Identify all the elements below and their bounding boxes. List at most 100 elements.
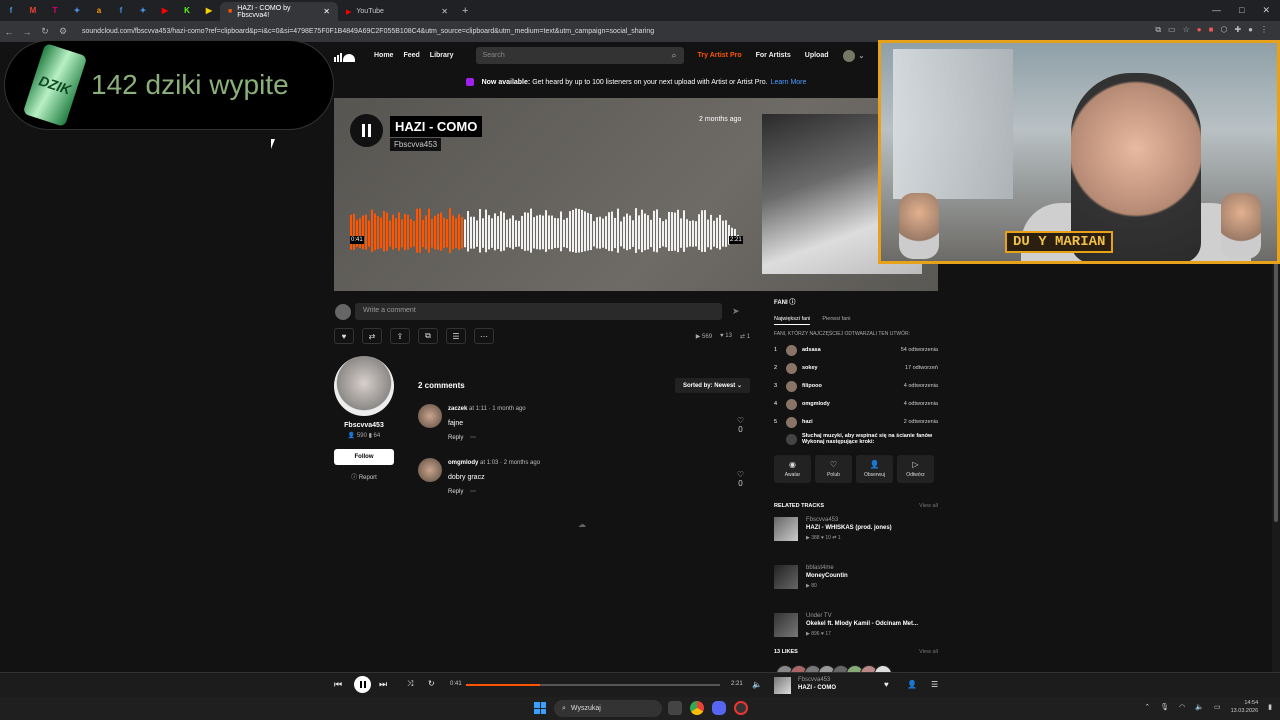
extension-icon[interactable]: ■ <box>1209 25 1214 35</box>
soundcloud-logo-icon[interactable] <box>334 50 356 62</box>
play-step-button[interactable]: ▷ Odtwórz <box>897 455 934 483</box>
avatar[interactable] <box>418 404 442 428</box>
nav-home[interactable]: Home <box>374 52 393 59</box>
uploader-name[interactable]: Fbscvva453 <box>334 422 394 429</box>
fan-row[interactable]: 5 hazi 2 odtworzenia <box>774 413 938 431</box>
comment-like-button[interactable]: ♡ 0 <box>737 416 744 434</box>
pinned-tab[interactable]: M <box>22 0 44 21</box>
chevron-down-icon[interactable]: ⌄ <box>859 52 865 60</box>
extension-icon[interactable]: ⬡ <box>1220 25 1227 35</box>
pinned-tab[interactable]: ▶ <box>198 0 220 21</box>
report-button[interactable]: ⓘ Report <box>334 472 394 481</box>
comment-user[interactable]: zaczek <box>448 406 467 412</box>
pinned-tab[interactable]: ✦ <box>132 0 154 21</box>
url-field[interactable]: soundcloud.com/fbscvva453/hazi-como?ref=… <box>82 28 654 35</box>
site-info-icon[interactable]: ⚙ <box>54 26 72 37</box>
tray-chevron-icon[interactable]: ⌃ <box>1144 703 1150 711</box>
player-artist[interactable]: Fbscvva453 <box>798 677 836 683</box>
related-track[interactable]: bblast4me MoneyCountin ▶ 80 <box>774 565 938 605</box>
volume-icon[interactable]: 🔈 <box>752 680 762 689</box>
discord-icon[interactable] <box>712 701 726 715</box>
speaker-icon[interactable]: 🔈 <box>1195 703 1204 711</box>
repost-button[interactable]: ⇄ <box>362 328 382 344</box>
follow-icon[interactable]: 👤 <box>907 680 917 689</box>
try-artist-pro-link[interactable]: Try Artist Pro <box>698 52 742 59</box>
follow-step-button[interactable]: 👤 Obserwuj <box>856 455 893 483</box>
follow-button[interactable]: Follow <box>334 449 394 465</box>
pinned-tab[interactable]: ✦ <box>66 0 88 21</box>
reply-button[interactable]: Reply <box>448 435 463 441</box>
clock[interactable]: 14:54 13.03.2026 <box>1231 699 1259 715</box>
shuffle-icon[interactable]: ⤨ <box>407 679 413 689</box>
add-to-playlist-button[interactable]: ☰ <box>446 328 466 344</box>
reposts-count[interactable]: ⇄ 1 <box>740 333 750 340</box>
pinned-tab[interactable]: f <box>110 0 132 21</box>
pinned-tab[interactable]: K <box>176 0 198 21</box>
share-button[interactable]: ⇪ <box>390 328 410 344</box>
extensions-puzzle-icon[interactable]: ✚ <box>1234 25 1241 35</box>
track-artist[interactable]: Fbscvva453 <box>390 138 442 151</box>
avatar[interactable] <box>334 356 394 416</box>
view-all-link[interactable]: View all <box>919 503 938 509</box>
menu-kebab-icon[interactable]: ⋮ <box>1260 25 1268 35</box>
previous-icon[interactable]: ⏮ <box>334 679 342 690</box>
close-tab-icon[interactable]: ✕ <box>441 7 448 16</box>
related-track[interactable]: Under TV Okekel ft. Mlody Kamil - Odcinam… <box>774 613 938 653</box>
pinned-tab[interactable]: ▶ <box>154 0 176 21</box>
upload-link[interactable]: Upload <box>805 52 829 59</box>
pinned-tab[interactable]: a <box>88 0 110 21</box>
avatar[interactable] <box>418 458 442 482</box>
extension-icon[interactable]: ● <box>1197 25 1202 35</box>
copy-link-button[interactable]: ⧉ <box>418 328 438 344</box>
profile-icon[interactable]: ● <box>1248 25 1253 35</box>
nav-library[interactable]: Library <box>430 52 454 59</box>
fan-row[interactable]: 3 filipooo 4 odtworzenia <box>774 377 938 395</box>
forward-icon[interactable]: → <box>18 27 36 37</box>
for-artists-link[interactable]: For Artists <box>756 52 791 59</box>
reply-button[interactable]: Reply <box>448 489 463 495</box>
new-tab-button[interactable]: + <box>462 5 468 17</box>
wifi-icon[interactable]: ◠ <box>1179 703 1185 711</box>
pause-button[interactable] <box>350 114 383 147</box>
queue-icon[interactable]: ☰ <box>931 680 938 689</box>
send-icon[interactable]: ➤ <box>732 306 740 317</box>
translate-icon[interactable]: ⧉ <box>1155 25 1161 35</box>
track-thumbnail[interactable] <box>774 677 791 694</box>
view-all-link[interactable]: View all <box>919 649 938 655</box>
minimize-icon[interactable]: — <box>1212 5 1221 16</box>
like-button[interactable]: ♥ <box>334 328 354 344</box>
reload-icon[interactable]: ↻ <box>36 26 54 37</box>
tab-first-fans[interactable]: Pierwsi fani <box>822 316 850 325</box>
windows-start-icon[interactable] <box>534 702 546 714</box>
comment-user[interactable]: omgmlody <box>448 460 478 466</box>
maximize-icon[interactable]: □ <box>1239 5 1244 16</box>
more-icon[interactable]: ⋯ <box>470 435 476 441</box>
sort-dropdown[interactable]: Sorted by: Newest ⌄ <box>674 378 750 393</box>
play-pause-button[interactable] <box>354 676 371 693</box>
more-button[interactable]: ⋯ <box>474 328 494 344</box>
repeat-icon[interactable]: ↻ <box>428 679 435 688</box>
fan-row[interactable]: 2 sokey 17 odtworzeń <box>774 359 938 377</box>
close-tab-icon[interactable]: ✕ <box>323 7 330 16</box>
next-icon[interactable]: ⏭ <box>379 679 387 690</box>
bookmark-star-icon[interactable]: ☆ <box>1183 25 1190 35</box>
search-input[interactable]: Search ⌕ <box>475 47 684 64</box>
user-avatar[interactable] <box>842 49 855 62</box>
pinned-tab[interactable]: f <box>0 0 22 21</box>
file-explorer-icon[interactable] <box>668 701 682 715</box>
learn-more-link[interactable]: Learn More <box>771 79 807 86</box>
tab-top-fans[interactable]: Największi fani <box>774 316 811 325</box>
notifications-icon[interactable]: ▮ <box>1268 703 1272 711</box>
tab-youtube[interactable]: ▶ YouTube ✕ <box>338 2 456 21</box>
like-icon[interactable]: ♥ <box>884 680 889 689</box>
fan-row[interactable]: 1 adsasa 54 odtworzenia <box>774 341 938 359</box>
fan-row[interactable]: 4 omgmlody 4 odtworzenia <box>774 395 938 413</box>
search-icon[interactable]: ⌕ <box>671 50 676 61</box>
close-window-icon[interactable]: ✕ <box>1262 5 1270 16</box>
player-title[interactable]: HAZI - COMO <box>798 685 836 691</box>
nav-feed[interactable]: Feed <box>403 52 419 59</box>
comment-like-button[interactable]: ♡ 0 <box>737 470 744 488</box>
taskbar-search[interactable]: ⌕ Wyszukaj <box>554 700 662 717</box>
chrome-icon[interactable] <box>690 701 704 715</box>
comment-input[interactable]: Write a comment <box>355 303 722 320</box>
